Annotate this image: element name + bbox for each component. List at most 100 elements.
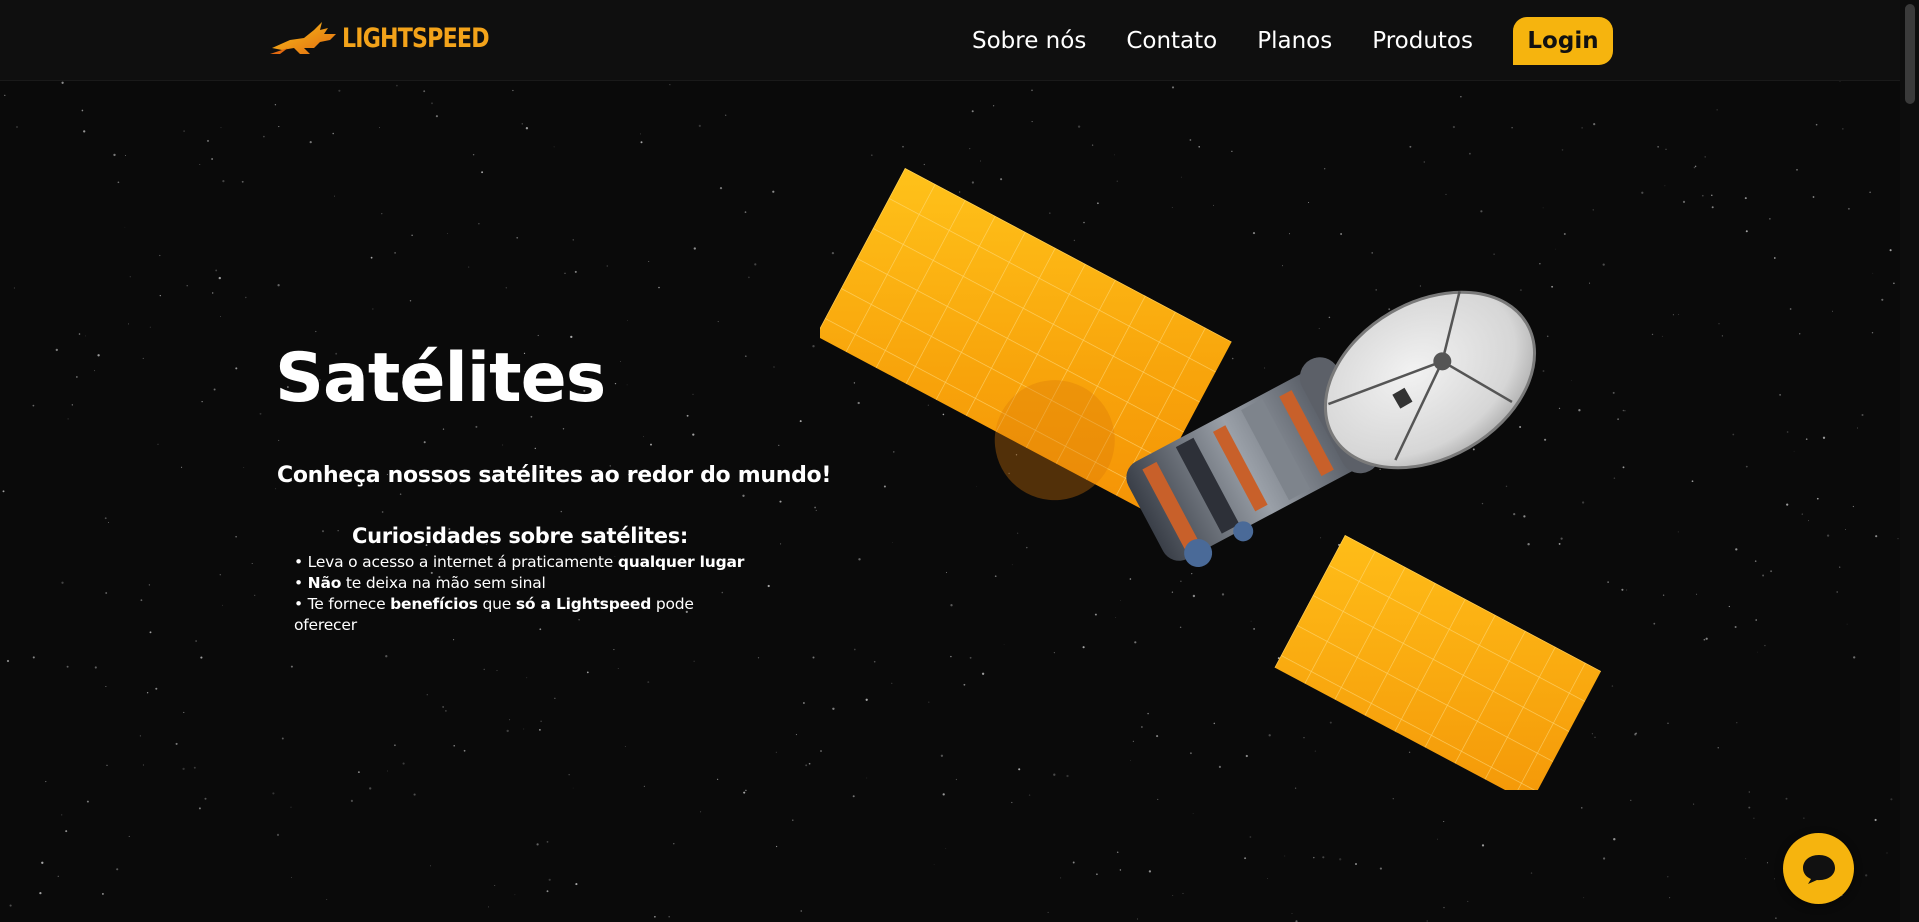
- star: [1467, 900, 1469, 902]
- nav-produtos[interactable]: Produtos: [1372, 16, 1473, 66]
- star: [570, 335, 573, 339]
- star: [220, 315, 221, 317]
- star: [1734, 626, 1737, 628]
- star: [686, 414, 689, 417]
- star: [430, 865, 431, 867]
- star: [55, 348, 58, 352]
- star: [536, 843, 539, 846]
- star: [61, 81, 64, 84]
- star: [1770, 570, 1773, 573]
- star: [487, 906, 489, 908]
- star: [326, 899, 328, 901]
- star: [142, 764, 144, 766]
- scrollbar-thumb[interactable]: [1905, 4, 1915, 104]
- star: [1745, 465, 1748, 468]
- star: [423, 441, 426, 444]
- star: [992, 105, 995, 107]
- star: [814, 506, 816, 509]
- fact-text: que: [477, 595, 516, 613]
- star: [193, 766, 196, 769]
- star: [1603, 857, 1606, 860]
- star: [1711, 206, 1714, 209]
- star: [369, 787, 372, 790]
- star: [614, 382, 617, 385]
- star: [124, 226, 126, 228]
- star: [113, 153, 116, 157]
- star: [155, 687, 158, 690]
- star: [494, 884, 496, 887]
- star: [274, 104, 277, 106]
- star: [61, 814, 63, 816]
- hero-subtitle: Conheça nossos satélites ao redor do mun…: [277, 463, 832, 488]
- star: [780, 543, 782, 545]
- star: [272, 792, 275, 795]
- star: [1775, 917, 1777, 919]
- star: [1728, 605, 1730, 608]
- login-button[interactable]: Login: [1513, 17, 1613, 65]
- star: [105, 686, 107, 688]
- star: [1443, 820, 1445, 823]
- star: [539, 729, 541, 731]
- star: [1581, 127, 1583, 129]
- star: [572, 239, 574, 241]
- star: [182, 767, 185, 771]
- star: [1635, 732, 1638, 735]
- star: [792, 819, 794, 821]
- brand-logo[interactable]: LIGHTSPEED: [270, 16, 521, 60]
- star: [235, 367, 238, 370]
- star: [1511, 127, 1513, 129]
- star: [379, 127, 380, 129]
- scrollbar[interactable]: [1900, 0, 1919, 922]
- star: [333, 195, 336, 197]
- star: [183, 130, 185, 132]
- nav-contato[interactable]: Contato: [1126, 16, 1217, 66]
- star: [1871, 332, 1874, 334]
- star: [496, 670, 498, 672]
- star: [140, 599, 143, 602]
- star: [505, 287, 507, 289]
- nav-sobre-nos[interactable]: Sobre nós: [972, 16, 1086, 66]
- star: [658, 286, 660, 289]
- star: [6, 659, 10, 663]
- star: [71, 404, 73, 406]
- star: [1865, 874, 1868, 877]
- star: [1624, 410, 1626, 412]
- star: [97, 354, 100, 357]
- star: [1735, 548, 1738, 551]
- star: [468, 266, 470, 268]
- star: [775, 845, 778, 848]
- star: [291, 877, 292, 879]
- star: [1244, 857, 1247, 860]
- star: [357, 771, 360, 774]
- nav-planos[interactable]: Planos: [1257, 16, 1332, 66]
- star: [525, 127, 529, 130]
- star: [381, 213, 383, 215]
- star: [290, 665, 293, 668]
- star: [453, 745, 455, 747]
- star: [39, 891, 42, 895]
- star: [201, 401, 203, 403]
- star: [315, 330, 317, 333]
- main-nav: Sobre nós Contato Planos Produtos Login: [932, 16, 1613, 66]
- star: [540, 720, 542, 722]
- star: [1172, 895, 1174, 896]
- star: [744, 355, 747, 358]
- star: [692, 393, 694, 396]
- star: [453, 639, 455, 641]
- star: [251, 562, 253, 565]
- star: [399, 493, 402, 495]
- star: [643, 436, 644, 438]
- star: [278, 439, 280, 441]
- star: [564, 272, 566, 274]
- star: [748, 276, 750, 279]
- star: [86, 800, 89, 803]
- star: [1748, 806, 1751, 809]
- chat-button[interactable]: [1783, 833, 1854, 904]
- star: [1662, 594, 1665, 596]
- star: [435, 115, 438, 118]
- star: [442, 428, 445, 430]
- star: [1762, 574, 1765, 577]
- star: [1881, 298, 1884, 301]
- star: [516, 236, 519, 239]
- star: [45, 781, 47, 783]
